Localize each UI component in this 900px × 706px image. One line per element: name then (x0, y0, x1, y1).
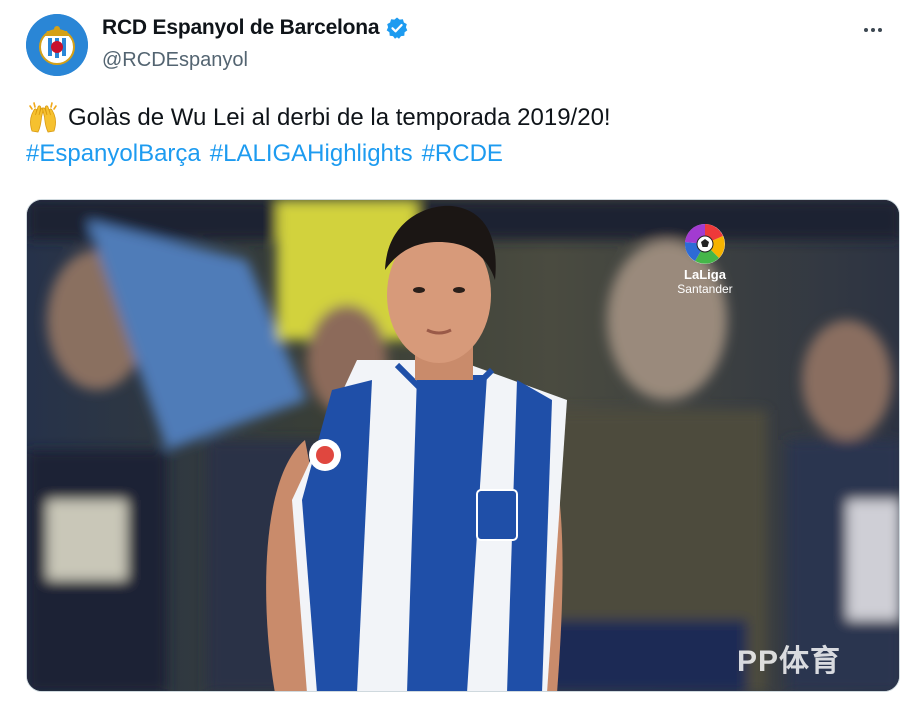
ellipsis-dot (878, 28, 882, 32)
laliga-logo: LaLiga Santander (665, 222, 745, 300)
club-crest-icon (26, 14, 88, 76)
hashtag-link[interactable]: #EspanyolBarça (26, 136, 201, 172)
name-row: RCD Espanyol de Barcelona (102, 16, 409, 40)
avatar[interactable] (26, 14, 88, 76)
ellipsis-dot (871, 28, 875, 32)
laliga-sponsor: Santander (677, 282, 733, 296)
verified-badge-icon (387, 17, 408, 39)
user-handle[interactable]: @RCDEspanyol (102, 49, 248, 72)
tweet-card: RCD Espanyol de Barcelona @RCDEspanyol G… (0, 0, 900, 706)
display-name[interactable]: RCD Espanyol de Barcelona (102, 16, 380, 40)
tweet-text: Golàs de Wu Lei al derbi de la temporada… (26, 100, 611, 172)
ellipsis-icon (864, 28, 868, 32)
hashtag-link[interactable]: #LALIGAHighlights (210, 136, 413, 172)
tweet-body: Golàs de Wu Lei al derbi de la temporada… (68, 104, 611, 131)
hashtag-list: #EspanyolBarça #LALIGAHighlights #RCDE (26, 136, 611, 172)
laliga-name: LaLiga (684, 267, 726, 282)
more-options-button[interactable] (858, 18, 888, 42)
video-frame (27, 200, 899, 691)
laliga-logo-icon (684, 223, 725, 264)
tweet-text-line: Golàs de Wu Lei al derbi de la temporada… (26, 100, 611, 136)
raising-hands-icon (29, 102, 57, 133)
hashtag-link[interactable]: #RCDE (422, 136, 503, 172)
broadcaster-watermark: PP体育 (737, 645, 842, 678)
media-video[interactable]: LaLiga Santander PP体育 (26, 199, 900, 692)
